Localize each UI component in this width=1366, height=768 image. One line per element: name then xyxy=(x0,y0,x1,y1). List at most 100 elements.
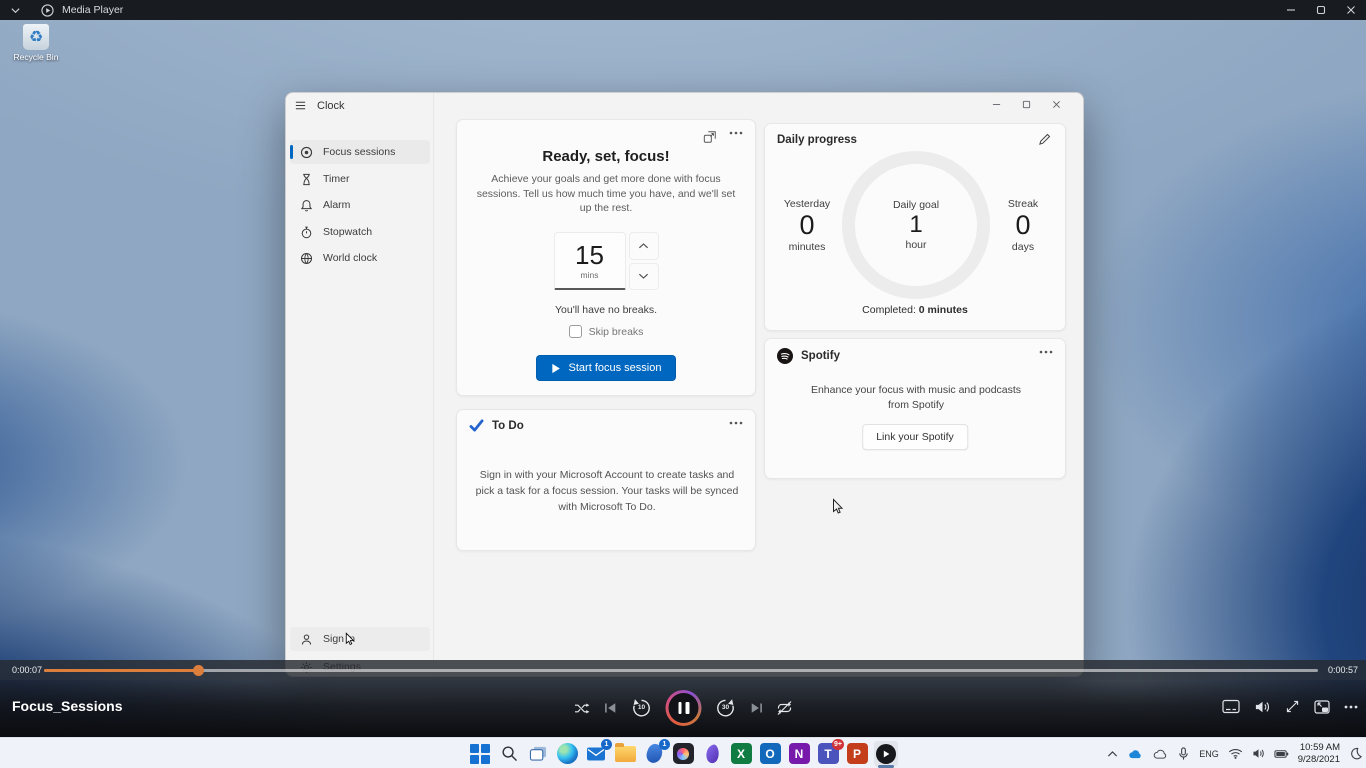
repeat-off-button[interactable] xyxy=(777,700,793,716)
taskbar-edge[interactable] xyxy=(555,741,579,767)
clock-maximize-button[interactable] xyxy=(1011,95,1041,113)
popout-icon[interactable] xyxy=(703,130,717,144)
menu-icon[interactable] xyxy=(294,99,307,112)
speaker-icon[interactable] xyxy=(1252,748,1265,759)
taskbar-dark-app[interactable] xyxy=(671,741,695,767)
clock-minimize-button[interactable] xyxy=(981,95,1011,113)
edit-pencil-icon[interactable] xyxy=(1038,133,1051,146)
taskbar-store[interactable]: 1 xyxy=(642,741,666,767)
seek-track[interactable] xyxy=(44,669,1318,672)
todo-check-icon xyxy=(469,419,484,432)
sidebar-item-focus-sessions[interactable]: Focus sessions xyxy=(290,140,430,164)
clock-datetime[interactable]: 10:59 AM 9/28/2021 xyxy=(1298,742,1340,766)
cloud-icon[interactable] xyxy=(1152,748,1168,759)
sidebar-item-alarm[interactable]: Alarm xyxy=(290,193,430,217)
minutes-input[interactable]: 15 mins xyxy=(554,232,626,290)
mail-badge: 1 xyxy=(601,739,612,750)
taskbar-purple-app[interactable] xyxy=(700,741,724,767)
daily-goal-ring: Daily goal 1 hour xyxy=(842,151,990,299)
yesterday-value: 0 xyxy=(765,210,849,241)
todo-card-title: To Do xyxy=(492,420,524,432)
spotify-card-body: Enhance your focus with music and podcas… xyxy=(801,383,1031,413)
taskbar-excel[interactable]: X xyxy=(729,741,753,767)
mouse-cursor xyxy=(345,632,355,647)
tray-chevron-up-icon[interactable] xyxy=(1107,750,1118,758)
task-view-button[interactable] xyxy=(526,741,550,767)
mini-player-button[interactable] xyxy=(1314,700,1330,714)
start-button[interactable] xyxy=(468,741,492,767)
focus-session-card: Ready, set, focus! Achieve your goals an… xyxy=(456,119,756,396)
player-control-bar: Focus_Sessions 10 30 xyxy=(0,680,1366,737)
breaks-note: You'll have no breaks. xyxy=(457,304,755,316)
outlook-icon: O xyxy=(760,743,781,764)
wifi-icon[interactable] xyxy=(1228,748,1243,759)
stopwatch-icon xyxy=(300,226,313,239)
window-maximize-button[interactable] xyxy=(1306,0,1336,20)
taskbar-onenote[interactable]: N xyxy=(787,741,811,767)
taskbar-media-player[interactable] xyxy=(874,741,898,767)
increase-minutes-button[interactable] xyxy=(629,232,659,260)
link-spotify-button[interactable]: Link your Spotify xyxy=(862,424,968,450)
todo-card: To Do Sign in with your Microsoft Accoun… xyxy=(456,409,756,551)
taskbar-file-explorer[interactable] xyxy=(613,741,637,767)
fullscreen-button[interactable] xyxy=(1285,699,1300,714)
more-options-icon[interactable] xyxy=(1039,350,1053,354)
onedrive-cloud-icon[interactable] xyxy=(1127,748,1143,759)
shuffle-button[interactable] xyxy=(574,701,591,716)
sidebar-item-stopwatch[interactable]: Stopwatch xyxy=(290,220,430,244)
clock-sidebar: Clock Focus sessions Timer xyxy=(286,93,434,676)
rewind-10-button[interactable]: 10 xyxy=(631,697,653,719)
focus-assist-moon-icon[interactable] xyxy=(1349,747,1362,760)
microphone-icon[interactable] xyxy=(1177,747,1190,761)
recycle-bin-label: Recycle Bin xyxy=(8,52,64,62)
clock-close-button[interactable] xyxy=(1041,95,1071,113)
search-button[interactable] xyxy=(497,741,521,767)
pause-button[interactable] xyxy=(666,690,702,726)
skip-breaks-checkbox[interactable] xyxy=(569,325,582,338)
sidebar-item-label: Stopwatch xyxy=(323,226,372,238)
media-player-titlebar: Media Player xyxy=(0,0,1366,20)
taskbar-mail[interactable]: 1 xyxy=(584,741,608,767)
tray-time: 10:59 AM xyxy=(1298,742,1340,754)
video-area[interactable]: ♻ Recycle Bin Clock xyxy=(0,20,1366,737)
goal-unit: hour xyxy=(905,239,926,251)
powerpoint-icon: P xyxy=(847,743,868,764)
completed-value: 0 minutes xyxy=(919,304,968,316)
goal-label: Daily goal xyxy=(893,199,939,211)
taskbar-outlook[interactable]: O xyxy=(758,741,782,767)
media-title: Focus_Sessions xyxy=(12,698,123,714)
screen: Media Player ♻ Recycle Bin xyxy=(0,0,1366,768)
sidebar-item-timer[interactable]: Timer xyxy=(290,167,430,191)
battery-icon[interactable] xyxy=(1274,749,1289,759)
media-player-app-icon xyxy=(41,4,54,17)
start-button-label: Start focus session xyxy=(569,362,662,374)
focus-sessions-icon xyxy=(300,146,313,159)
more-options-icon[interactable] xyxy=(729,421,743,425)
next-track-button[interactable] xyxy=(750,701,764,715)
volume-button[interactable] xyxy=(1254,700,1271,714)
captions-button[interactable] xyxy=(1222,699,1240,714)
start-focus-session-button[interactable]: Start focus session xyxy=(536,355,677,381)
completed-label: Completed: xyxy=(862,304,916,316)
decrease-minutes-button[interactable] xyxy=(629,263,659,291)
more-options-button[interactable] xyxy=(1344,705,1358,709)
minutes-value: 15 xyxy=(575,242,604,268)
recycle-bin-icon: ♻ xyxy=(23,24,49,50)
chevron-down-icon[interactable] xyxy=(10,5,21,16)
sidebar-item-sign-in[interactable]: Sign in xyxy=(290,627,430,651)
seek-handle[interactable] xyxy=(193,665,204,676)
taskbar-teams[interactable]: T 9+ xyxy=(816,741,840,767)
window-minimize-button[interactable] xyxy=(1276,0,1306,20)
forward-30-button[interactable]: 30 xyxy=(715,697,737,719)
taskbar-powerpoint[interactable]: P xyxy=(845,741,869,767)
store-badge: 1 xyxy=(659,739,670,750)
todo-card-body: Sign in with your Microsoft Account to c… xyxy=(472,468,742,515)
language-indicator[interactable]: ENG xyxy=(1199,749,1219,759)
excel-icon: X xyxy=(731,743,752,764)
edge-icon xyxy=(557,743,578,764)
recycle-bin-desktop-icon[interactable]: ♻ Recycle Bin xyxy=(8,24,64,62)
sidebar-item-world-clock[interactable]: World clock xyxy=(290,246,430,270)
window-close-button[interactable] xyxy=(1336,0,1366,20)
previous-track-button[interactable] xyxy=(604,701,618,715)
more-options-icon[interactable] xyxy=(729,131,743,135)
